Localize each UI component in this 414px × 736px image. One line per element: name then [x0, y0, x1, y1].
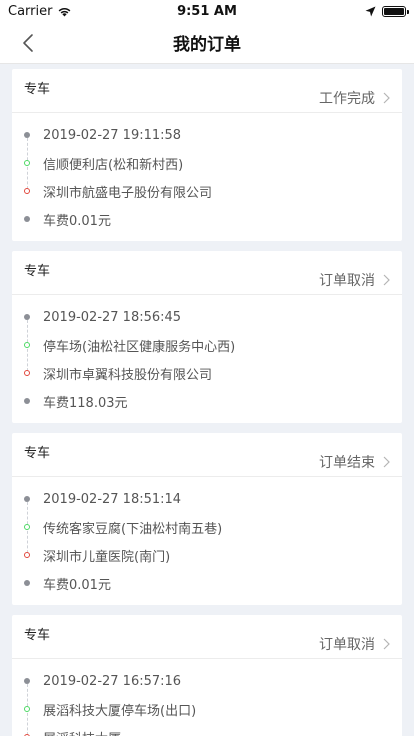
order-status: 订单取消	[319, 273, 375, 289]
order-datetime-row: 2019-02-27 18:51:14	[12, 485, 402, 513]
order-datetime-row: 2019-02-27 19:11:58	[12, 121, 402, 149]
order-to-row: 深圳市卓翼科技股份有限公司	[12, 359, 402, 387]
order-datetime: 2019-02-27 18:56:45	[43, 309, 182, 325]
order-to: 深圳市卓翼科技股份有限公司	[43, 367, 213, 383]
order-status-link[interactable]: 订单结束	[319, 452, 390, 472]
order-card[interactable]: 专车 订单结束 2019-02-27 18:51:14 传统客家豆腐(下油松村南…	[12, 433, 402, 605]
order-card-body: 2019-02-27 19:11:58 信顺便利店(松和新村西) 深圳市航盛电子…	[12, 113, 402, 241]
order-status: 订单取消	[319, 637, 375, 653]
order-status-link[interactable]: 订单取消	[319, 634, 390, 654]
fare-dot	[24, 216, 30, 222]
order-to: 深圳市航盛电子股份有限公司	[43, 185, 213, 201]
order-datetime: 2019-02-27 18:51:14	[43, 491, 182, 507]
order-from: 停车场(油松社区健康服务中心西)	[43, 339, 236, 355]
end-dot	[24, 552, 30, 558]
order-from-row: 传统客家豆腐(下油松村南五巷)	[12, 513, 402, 541]
order-status-link[interactable]: 工作完成	[319, 88, 390, 108]
order-list: 专车 工作完成 2019-02-27 19:11:58 信顺便利店(松和新村西)…	[0, 64, 414, 736]
order-card[interactable]: 专车 订单取消 2019-02-27 18:56:45 停车场(油松社区健康服务…	[12, 251, 402, 423]
back-button[interactable]	[12, 22, 44, 64]
order-type: 专车	[24, 628, 51, 643]
order-card[interactable]: 专车 工作完成 2019-02-27 19:11:58 信顺便利店(松和新村西)…	[12, 69, 402, 241]
order-datetime: 2019-02-27 19:11:58	[43, 127, 182, 143]
order-to: 展滔科技大厦	[43, 728, 121, 736]
fare-dot	[24, 398, 30, 404]
order-from: 展滔科技大厦停车场(出口)	[43, 703, 197, 719]
order-status-link[interactable]: 订单取消	[319, 270, 390, 290]
page-title: 我的订单	[173, 35, 241, 55]
order-fare-row: 车费0.01元	[12, 569, 402, 597]
battery-fill	[384, 7, 404, 15]
chevron-right-icon	[383, 92, 390, 104]
chevron-right-icon	[383, 274, 390, 286]
order-type: 专车	[24, 82, 51, 97]
order-card-header: 专车 工作完成	[12, 69, 402, 113]
end-dot	[24, 370, 30, 376]
order-card-body: 2019-02-27 18:51:14 传统客家豆腐(下油松村南五巷) 深圳市儿…	[12, 477, 402, 605]
start-dot	[24, 706, 30, 712]
fare-dot	[24, 580, 30, 586]
start-dot	[24, 342, 30, 348]
start-dot	[24, 524, 30, 530]
order-to-row: 展滔科技大厦	[12, 723, 402, 736]
order-fare: 车费118.03元	[43, 395, 128, 411]
order-datetime: 2019-02-27 16:57:16	[43, 673, 182, 689]
order-from-row: 信顺便利店(松和新村西)	[12, 149, 402, 177]
order-from-row: 停车场(油松社区健康服务中心西)	[12, 331, 402, 359]
order-datetime-row: 2019-02-27 18:56:45	[12, 303, 402, 331]
status-bar: Carrier 9:51 AM	[0, 0, 414, 22]
order-to: 深圳市儿童医院(南门)	[43, 549, 171, 565]
time-dot	[24, 314, 30, 320]
order-card-header: 专车 订单取消	[12, 615, 402, 659]
order-datetime-row: 2019-02-27 16:57:16	[12, 667, 402, 695]
order-fare-row: 车费118.03元	[12, 387, 402, 415]
order-type: 专车	[24, 264, 51, 279]
order-status: 工作完成	[319, 91, 375, 107]
order-fare: 车费0.01元	[43, 213, 111, 229]
chevron-right-icon	[383, 638, 390, 650]
order-fare: 车费0.01元	[43, 577, 111, 593]
order-card-header: 专车 订单取消	[12, 251, 402, 295]
time-dot	[24, 496, 30, 502]
order-card[interactable]: 专车 订单取消 2019-02-27 16:57:16 展滔科技大厦停车场(出口…	[12, 615, 402, 736]
order-to-row: 深圳市儿童医院(南门)	[12, 541, 402, 569]
order-card-header: 专车 订单结束	[12, 433, 402, 477]
order-to-row: 深圳市航盛电子股份有限公司	[12, 177, 402, 205]
order-type: 专车	[24, 446, 51, 461]
order-from-row: 展滔科技大厦停车场(出口)	[12, 695, 402, 723]
time-dot	[24, 132, 30, 138]
order-from: 信顺便利店(松和新村西)	[43, 157, 184, 173]
chevron-right-icon	[383, 456, 390, 468]
chevron-left-icon	[23, 34, 33, 52]
nav-bar: 我的订单	[0, 22, 414, 64]
battery-icon	[382, 5, 409, 17]
order-status: 订单结束	[319, 455, 375, 471]
status-time: 9:51 AM	[177, 3, 237, 19]
end-dot	[24, 188, 30, 194]
order-fare-row: 车费0.01元	[12, 205, 402, 233]
time-dot	[24, 678, 30, 684]
order-card-body: 2019-02-27 16:57:16 展滔科技大厦停车场(出口) 展滔科技大厦	[12, 659, 402, 736]
order-from: 传统客家豆腐(下油松村南五巷)	[43, 521, 223, 537]
order-card-body: 2019-02-27 18:56:45 停车场(油松社区健康服务中心西) 深圳市…	[12, 295, 402, 423]
start-dot	[24, 160, 30, 166]
